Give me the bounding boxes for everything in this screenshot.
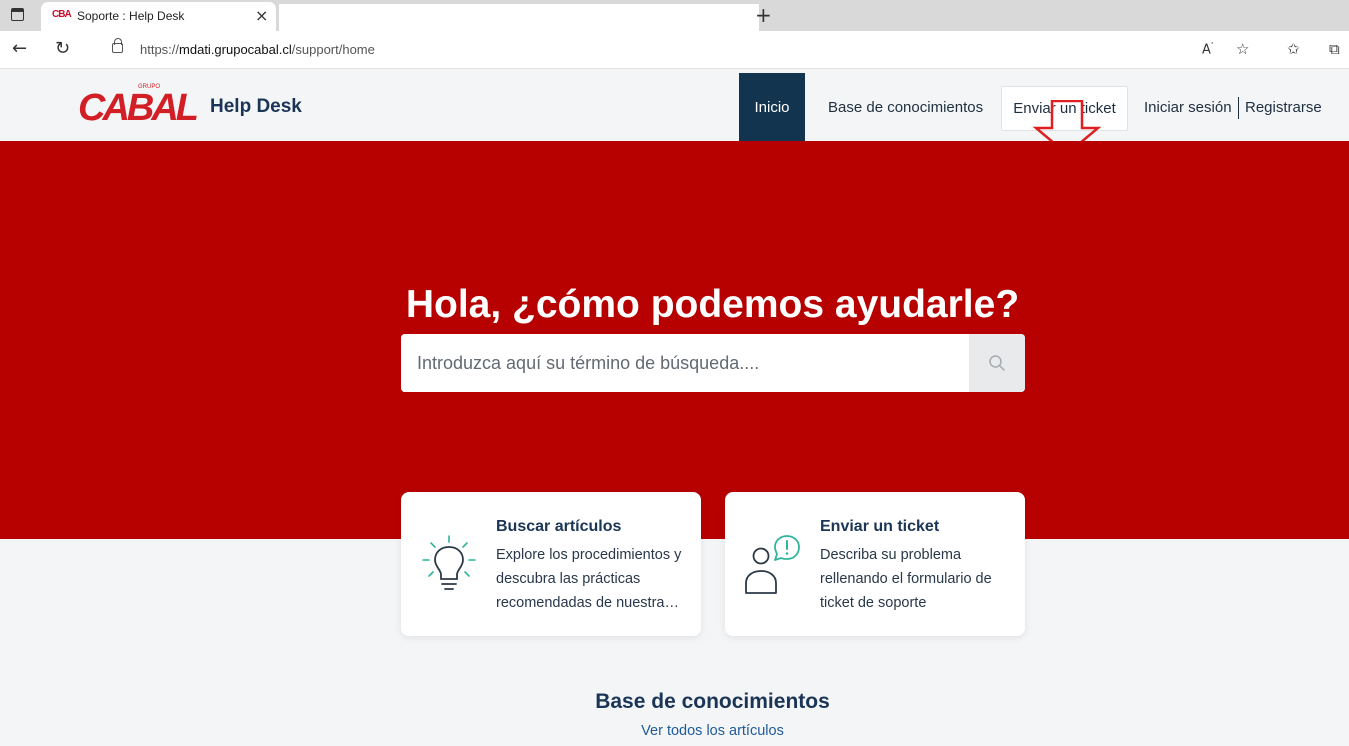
cabal-logo[interactable]: GRUPO CABAL	[78, 84, 200, 129]
lightbulb-icon	[422, 535, 476, 590]
refresh-icon[interactable]: ↻	[55, 38, 70, 59]
favicon-icon: CBA	[52, 9, 72, 20]
card-enviar-ticket[interactable]: Enviar un ticket Describa su problema re…	[725, 492, 1025, 636]
search-box	[401, 334, 1025, 392]
nav-registrarse[interactable]: Registrarse	[1245, 99, 1322, 116]
logo-text: CABAL	[78, 87, 199, 129]
card-buscar-articulos[interactable]: Buscar artículos Explore los procedimien…	[401, 492, 701, 636]
view-all-articles-link[interactable]: Ver todos los artículos	[0, 723, 1349, 739]
nav-inicio[interactable]: Inicio	[739, 73, 805, 141]
favorite-add-icon[interactable]: ☆	[1236, 40, 1249, 58]
card-title: Enviar un ticket	[820, 518, 940, 535]
read-aloud-icon[interactable]: Aʼ	[1202, 41, 1213, 57]
address-bar: ← ↻ https://mdati.grupocabal.cl/support/…	[0, 31, 1349, 69]
lock-icon[interactable]	[112, 38, 123, 53]
card-description: Describa su problema rellenando el formu…	[820, 547, 992, 611]
tab-title: Soporte : Help Desk	[77, 9, 185, 23]
close-tab-icon[interactable]: ×	[255, 6, 268, 25]
url-text[interactable]: https://mdati.grupocabal.cl/support/home	[140, 42, 375, 57]
tab-actions-icon[interactable]	[11, 8, 24, 21]
brand-title[interactable]: Help Desk	[210, 96, 302, 118]
nav-iniciar-sesion[interactable]: Iniciar sesión	[1144, 99, 1232, 116]
url-field[interactable]: https://mdati.grupocabal.cl/support/home	[93, 35, 1268, 65]
card-title: Buscar artículos	[496, 518, 622, 535]
new-tab-icon[interactable]: +	[755, 3, 772, 27]
browser-tab[interactable]: CBA Soporte : Help Desk ×	[41, 2, 276, 31]
search-input[interactable]	[401, 334, 969, 392]
nav-base-conocimientos[interactable]: Base de conocimientos	[828, 99, 983, 116]
site-header: GRUPO CABAL Help Desk Inicio Base de con…	[0, 69, 1349, 156]
nav-divider	[1238, 97, 1239, 119]
browser-tab-bar: CBA Soporte : Help Desk × +	[0, 0, 1349, 31]
hero-banner: Hola, ¿cómo podemos ayudarle?	[0, 141, 1349, 539]
search-button[interactable]	[969, 334, 1025, 392]
back-icon[interactable]: ←	[12, 38, 27, 59]
search-icon	[989, 355, 1005, 371]
knowledge-base-title: Base de conocimientos	[595, 690, 830, 713]
favorites-icon[interactable]: ✩	[1287, 40, 1300, 58]
collections-icon[interactable]: ⧉	[1329, 40, 1340, 58]
card-description: Explore los procedimientos y descubra la…	[496, 547, 682, 611]
blank-tab-area	[279, 4, 759, 31]
user-alert-icon	[745, 535, 800, 594]
hero-title: Hola, ¿cómo podemos ayudarle?	[405, 283, 1020, 326]
